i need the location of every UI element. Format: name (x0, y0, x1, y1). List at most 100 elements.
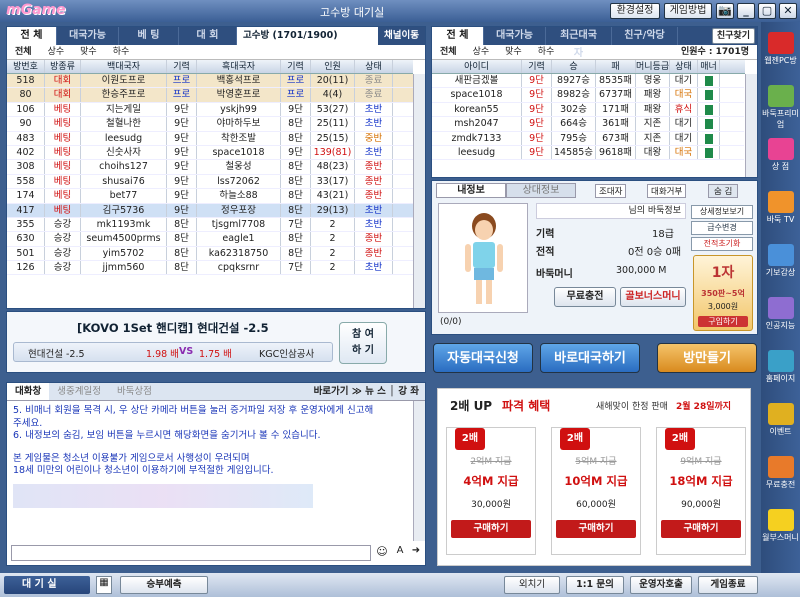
table-row[interactable]: 80 대회 한승주프로 프로 박영훈프로 프로 4(4) 종료 (7, 88, 413, 103)
col-user-level[interactable]: 기력 (522, 60, 552, 73)
coupon-card[interactable]: 2배 5억M 지급 10억M 지급 60,000원 구매하기 (551, 427, 641, 555)
tab-shop[interactable]: 바둑상점 (109, 383, 160, 400)
user-row[interactable]: msh2047 9단 664승 361패 지존 대기 (432, 117, 744, 132)
coupon-card[interactable]: 2배 2억M 지급 4억M 지급 30,000원 구매하기 (446, 427, 536, 555)
change-grade-button[interactable]: 급수변경 (691, 221, 753, 235)
checkbox-call[interactable]: 조대자 (595, 184, 627, 198)
user-row[interactable]: zmdk7133 9단 795승 673패 지존 대기 (432, 131, 744, 146)
table-row[interactable]: 630 승강 seum4500prms 8단 eagle1 8단 2 종반 (7, 232, 413, 247)
camera-icon[interactable]: 📷 (716, 3, 734, 19)
col-user-status[interactable]: 상태 (670, 60, 698, 73)
font-icon[interactable]: A (393, 545, 407, 561)
sidebar-item[interactable]: 웹젠PC방 (761, 32, 800, 66)
coupon-buy-button[interactable]: 구매하기 (661, 520, 741, 538)
user-row[interactable]: 새판금겠볼 9단 8927승 8535패 명웅 대기 (432, 74, 744, 89)
user-row[interactable]: leesudg 9단 14585승 9618패 대왕 대국 (432, 145, 744, 161)
room-list-scrollbar[interactable] (413, 74, 425, 308)
promo-box[interactable]: 1자 350판~5억 3,000원 구입하기 (693, 255, 753, 331)
col-white[interactable]: 백대국자 (81, 60, 167, 73)
checkbox-chat-refuse[interactable]: 대화거부 (647, 184, 687, 198)
col-black[interactable]: 흑대국자 (197, 60, 281, 73)
tab-recent-opponents[interactable]: 최근대국자 (546, 27, 612, 59)
col-room-no[interactable]: 방번호 (7, 60, 45, 73)
shout-button[interactable]: 외치기 (504, 576, 560, 594)
sidebar-item[interactable]: 바둑프리미엄 (761, 85, 800, 130)
user-filter-higher[interactable]: 상수 (465, 45, 498, 59)
table-row[interactable]: 402 베팅 신숫사자 9단 space1018 9단 139(81) 초반 (7, 145, 413, 161)
join-bet-button[interactable]: 참 여 하 기 (339, 322, 387, 364)
col-status[interactable]: 상태 (355, 60, 393, 73)
col-wins[interactable]: 승 (552, 60, 596, 73)
create-room-button[interactable]: 방만들기 (657, 343, 757, 373)
hide-button[interactable]: 숨 김 (708, 184, 739, 198)
chat-input[interactable] (11, 545, 371, 561)
tab-users-available[interactable]: 대국가능 (484, 27, 546, 45)
minimize-icon[interactable]: _ (737, 3, 755, 19)
user-row[interactable]: space1018 9단 8982승 6737패 패왕 대국 (432, 88, 744, 103)
table-row[interactable]: 417 베팅 김구5736 9단 정우포장 8단 29(13) 초반 (7, 203, 413, 218)
reset-record-button[interactable]: 전적초기화 (691, 237, 753, 251)
coupon-buy-button[interactable]: 구매하기 (556, 520, 636, 538)
tab-betting[interactable]: 베 팅 (119, 27, 179, 45)
user-filter-all[interactable]: 전체 (432, 45, 465, 59)
ad-banner[interactable]: 2배 UP 파격 혜택 새해맞이 한정 판매 2월 28일까지 2배 2억M 지급… (437, 388, 751, 566)
table-row[interactable]: 558 베팅 shusai76 9단 lss72062 8단 33(17) 종반 (7, 174, 413, 190)
tab-users-all[interactable]: 전 체 (432, 27, 484, 45)
coupon-card[interactable]: 2배 9억M 지급 18억M 지급 90,000원 구매하기 (656, 427, 746, 555)
table-row[interactable]: 106 베팅 지는게일 9단 yskjh99 9단 53(27) 초반 (7, 102, 413, 118)
maximize-icon[interactable]: ▢ (758, 3, 776, 19)
col-manner[interactable]: 매너 (698, 60, 720, 73)
sidebar-item[interactable]: 홈페이지 (761, 350, 800, 384)
table-row[interactable]: 483 베팅 leesudg 9단 착한조발 8단 25(15) 중반 (7, 131, 413, 146)
table-row[interactable]: 174 베팅 bet77 9단 하늘소88 8단 43(21) 종반 (7, 189, 413, 204)
table-row[interactable]: 90 베팅 철혈나한 9단 야마하두보 8단 25(11) 초반 (7, 117, 413, 132)
bonus-money-button[interactable]: 골보너스머니 (620, 287, 686, 307)
promo-buy-button[interactable]: 구입하기 (698, 316, 748, 327)
operator-call-button[interactable]: 운영자호출 (630, 576, 692, 594)
sidebar-item[interactable]: 월부스머니 (761, 509, 800, 543)
sidebar-item[interactable]: 바둑 TV (761, 191, 800, 225)
free-charge-button[interactable]: 무료충전 (554, 287, 616, 307)
table-row[interactable]: 355 승강 mk1193mk 8단 tjsgml7708 7단 2 초반 (7, 217, 413, 233)
tab-opponent-info[interactable]: 상대정보 (506, 183, 576, 198)
tab-my-info[interactable]: 내정보 (436, 183, 506, 198)
col-losses[interactable]: 패 (596, 60, 636, 73)
user-row[interactable]: korean55 9단 302승 171패 패왕 휴식 (432, 102, 744, 118)
sidebar-item[interactable]: 기보감상 (761, 244, 800, 278)
inquiry-button[interactable]: 1:1 문의 (566, 576, 624, 594)
grid-icon[interactable]: ▦ (96, 576, 112, 594)
settings-button[interactable]: 환경설정 (610, 3, 660, 19)
channel-button[interactable]: 채널이동 (378, 27, 425, 45)
table-row[interactable]: 501 승강 yim5702 8단 ka62318750 8단 2 종반 (7, 246, 413, 262)
coupon-buy-button[interactable]: 구매하기 (451, 520, 531, 538)
tab-friends[interactable]: 친구/악당 (612, 27, 678, 45)
quit-game-button[interactable]: 게임종료 (698, 576, 758, 594)
col-white-level[interactable]: 기력 (167, 60, 197, 73)
table-row[interactable]: 518 대회 이원도프로 프로 백홍석프로 프로 20(11) 종료 (7, 74, 413, 89)
col-people[interactable]: 인원 (311, 60, 355, 73)
chat-links[interactable]: 바로가기 ≫ 뉴 스 │ 강 좌 (314, 383, 425, 400)
table-row[interactable]: 308 베팅 choihs127 9단 철웅성 8단 48(23) 종반 (7, 160, 413, 175)
auto-match-button[interactable]: 자동대국신청 (433, 343, 533, 373)
close-icon[interactable]: ✕ (779, 3, 797, 19)
user-list-scrollbar[interactable] (745, 74, 757, 177)
filter-all[interactable]: 전체 (7, 45, 40, 59)
tab-all[interactable]: 전 체 (7, 27, 57, 45)
lobby-tab[interactable]: 대 기 실 (4, 576, 90, 594)
emoticon-icon[interactable]: ☺ (375, 545, 389, 561)
chat-scrollbar[interactable] (413, 401, 425, 541)
col-room-type[interactable]: 방종류 (45, 60, 81, 73)
predict-tab[interactable]: 승부예측 (120, 576, 208, 594)
detail-info-button[interactable]: 상세정보보기 (691, 205, 753, 219)
table-row[interactable]: 126 승강 jjmm560 8단 cpqksrnr 7단 2 초반 (7, 261, 413, 276)
user-filter-equal[interactable]: 맞수 (497, 45, 530, 59)
filter-lower[interactable]: 하수 (105, 45, 138, 59)
col-user-id[interactable]: 아이디 (432, 60, 522, 73)
find-friend-button[interactable]: 친구찾기 (711, 28, 755, 44)
filter-equal[interactable]: 맞수 (72, 45, 105, 59)
filter-higher[interactable]: 상수 (40, 45, 73, 59)
sidebar-item[interactable]: 무료충전 (761, 456, 800, 490)
tab-available[interactable]: 대국가능 (57, 27, 119, 45)
col-black-level[interactable]: 기력 (281, 60, 311, 73)
user-filter-lower[interactable]: 하수 (530, 45, 563, 59)
